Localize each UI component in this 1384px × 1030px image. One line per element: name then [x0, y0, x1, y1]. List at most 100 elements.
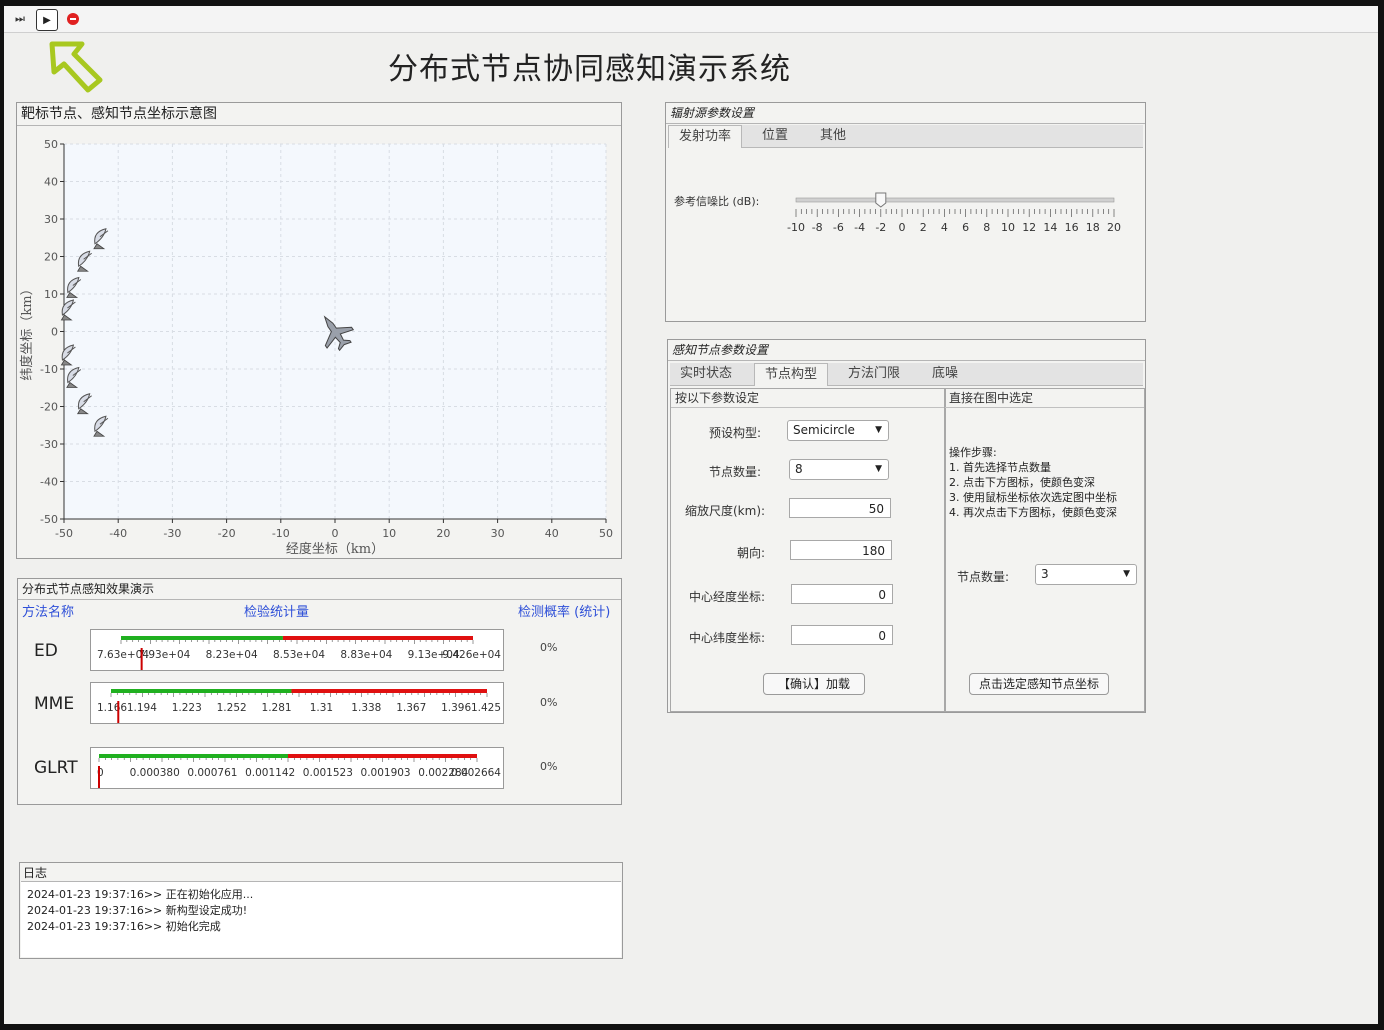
pick-on-map-subpanel: 直接在图中选定 操作步骤: 1. 首先选择节点数量 2. 点击下方图标，使颜色变… [944, 388, 1145, 712]
log-textarea[interactable]: 2024-01-23 19:37:16>> 正在初始化应用... 2024-01… [21, 881, 621, 957]
scale-label: 缩放尺度(km): [685, 504, 766, 518]
column-test-statistic: 检验统计量 [244, 605, 310, 620]
confirm-load-button[interactable]: 【确认】加载 [763, 673, 865, 695]
gauge-tick-label: 1.367 [396, 702, 426, 714]
right-node-count-select[interactable]: 3 ▼ [1035, 564, 1137, 585]
steps-title: 操作步骤: [949, 446, 997, 459]
sensor-tabbar: 实时状态 节点构型 方法门限 底噪 [670, 363, 1143, 386]
tab-method-threshold[interactable]: 方法门限 [838, 363, 910, 385]
radiation-tabbar: 发射功率 位置 其他 [668, 125, 1143, 148]
log-line: 2024-01-23 19:37:16>> 初始化完成 [27, 920, 221, 933]
preset-label: 预设构型: [709, 426, 762, 440]
slider-track [795, 197, 1115, 203]
stop-icon[interactable] [64, 9, 82, 29]
x-tick-label: -20 [218, 527, 236, 540]
chevron-down-icon: ▼ [875, 425, 882, 435]
gauge-tick-label: 0.000761 [187, 767, 237, 779]
y-tick-label: 10 [44, 288, 58, 301]
tab-transmit-power[interactable]: 发射功率 [668, 125, 743, 148]
center-lat-input[interactable]: 0 [791, 625, 893, 645]
gauge-tick-label: 1.31 [310, 702, 333, 714]
sensor-panel-title: 感知节点参数设置 [668, 340, 1145, 361]
node-count-label: 节点数量: [709, 465, 762, 479]
coordinate-panel: 靶标节点、感知节点坐标示意图 -50 -40 -30 -20 -10 0 10 20 30 40 5… [16, 102, 622, 559]
slider-tick-label: -10 [787, 221, 805, 234]
gauge-tick-label: 0.001142 [245, 767, 295, 779]
gauge-tick-label: 1.396 [441, 702, 471, 714]
slider-tick-label: 0 [899, 221, 906, 234]
play-icon[interactable]: ▶ [36, 9, 58, 31]
slider-tick-label: -2 [875, 221, 886, 234]
gauge-red-bar [288, 754, 477, 758]
snr-slider[interactable]: -10 -8 -6 -4 -2 0 2 4 6 8 10 12 14 16 18 20 [786, 189, 1126, 239]
step-item: 1. 首先选择节点数量 [949, 461, 1051, 474]
gauge-svg: 1.166 1.194 1.223 1.252 1.281 1.31 1.338 1.367 1… [97, 689, 501, 723]
param-settings-subpanel: 按以下参数设定 预设构型: Semicircle ▼ 节点数量: 8 ▼ 缩放尺度(… [670, 388, 946, 712]
y-tick-label: 40 [44, 176, 58, 189]
x-tick-label: 50 [599, 527, 613, 540]
chevron-down-icon: ▼ [1123, 569, 1130, 579]
y-tick-label: -20 [40, 401, 58, 414]
slider-thumb [875, 192, 887, 208]
preset-select-value: Semicircle [793, 423, 855, 437]
center-lat-label: 中心纬度坐标: [689, 631, 766, 645]
tab-noise-floor[interactable]: 底噪 [922, 363, 968, 385]
y-tick-label: 30 [44, 213, 58, 226]
x-axis-label: 经度坐标（km） [286, 541, 384, 557]
gauge-tick-label: 0.002664 [451, 767, 501, 779]
tab-other[interactable]: 其他 [810, 125, 856, 147]
ed-statistic-gauge: 7.63e+04 7.93e+04 8.23e+04 8.53e+04 8.83e+04… [90, 629, 504, 671]
step-item: 4. 再次点击下方图标，使颜色变深 [949, 506, 1117, 519]
step-forward-icon[interactable]: ⏭ [10, 9, 30, 29]
tab-node-config[interactable]: 节点构型 [754, 363, 829, 386]
slider-tick-label: 12 [1022, 221, 1036, 234]
x-tick-label: -30 [163, 527, 181, 540]
gauge-tick-label: 8.23e+04 [206, 649, 258, 661]
tab-position[interactable]: 位置 [752, 125, 798, 147]
x-tick-label: 40 [545, 527, 559, 540]
x-tick-label: 10 [382, 527, 396, 540]
column-method-name: 方法名称 [22, 605, 75, 620]
arrow-cursor-icon [49, 41, 103, 93]
center-lon-input[interactable]: 0 [791, 584, 893, 604]
x-tick-label: -40 [109, 527, 127, 540]
gauge-tick-label: 0.001523 [303, 767, 353, 779]
heading-label: 朝向: [737, 546, 766, 560]
gauge-tick-label: 1.252 [217, 702, 247, 714]
coordinate-plot[interactable]: -50 -40 -30 -20 -10 0 10 20 30 40 50 50 40 30 20 10 0 -10… [17, 126, 621, 558]
step-item: 2. 点击下方图标，使颜色变深 [949, 476, 1095, 489]
coordinate-panel-title: 靶标节点、感知节点坐标示意图 [17, 103, 621, 126]
operation-steps: 操作步骤: 1. 首先选择节点数量 2. 点击下方图标，使颜色变深 3. 使用鼠… [949, 445, 1117, 520]
glrt-statistic-gauge: 0 0.000380 0.000761 0.001142 0.001523 0.00190… [90, 747, 504, 789]
x-tick-label: -10 [272, 527, 290, 540]
gauge-tick-label: 1.166 [97, 702, 127, 714]
pick-nodes-button[interactable]: 点击选定感知节点坐标 [969, 673, 1109, 695]
gauge-tick-label: 8.83e+04 [340, 649, 392, 661]
sensor-node-panel: 感知节点参数设置 实时状态 节点构型 方法门限 底噪 按以下参数设定 预设构型:… [667, 339, 1146, 713]
radiation-source-panel: 辐射源参数设置 发射功率 位置 其他 参考信噪比 (dB): -10 -8 -6 -4… [665, 102, 1146, 322]
heading-input[interactable]: 180 [790, 540, 892, 560]
column-detection-probability: 检测概率 (统计) [518, 605, 611, 620]
pick-on-map-title: 直接在图中选定 [945, 389, 1144, 408]
slider-tick-label: 18 [1086, 221, 1100, 234]
gauge-green-bar [111, 689, 292, 693]
node-count-select[interactable]: 8 ▼ [789, 459, 889, 480]
gauge-svg: 0 0.000380 0.000761 0.001142 0.001523 0.00190… [97, 754, 501, 788]
tab-realtime-status[interactable]: 实时状态 [670, 363, 742, 385]
detection-panel-title: 分布式节点感知效果演示 [18, 579, 621, 600]
gauge-svg: 7.63e+047.93e+04 8.23e+04 8.53e+04 8.83e+04… [97, 636, 501, 670]
slider-tick-label: 10 [1001, 221, 1015, 234]
log-line: 2024-01-23 19:37:16>> 新构型设定成功! [27, 904, 248, 917]
mme-statistic-gauge: 1.166 1.194 1.223 1.252 1.281 1.31 1.338 1.367 1… [90, 682, 504, 724]
method-label-mme: MME [34, 694, 75, 714]
snr-label: 参考信噪比 (dB): [674, 195, 760, 208]
method-label-glrt: GLRT [34, 758, 78, 778]
slider-tick-label: 14 [1043, 221, 1057, 234]
preset-select[interactable]: Semicircle ▼ [787, 420, 889, 441]
scale-input[interactable]: 50 [789, 498, 891, 518]
gauge-tick-label: 1.194 [127, 702, 157, 714]
gauge-tick-label: 0.000380 [130, 767, 180, 779]
x-tick-label: 0 [332, 527, 339, 540]
log-line: 2024-01-23 19:37:16>> 正在初始化应用... [27, 888, 254, 901]
slider-tick-label: 6 [962, 221, 969, 234]
